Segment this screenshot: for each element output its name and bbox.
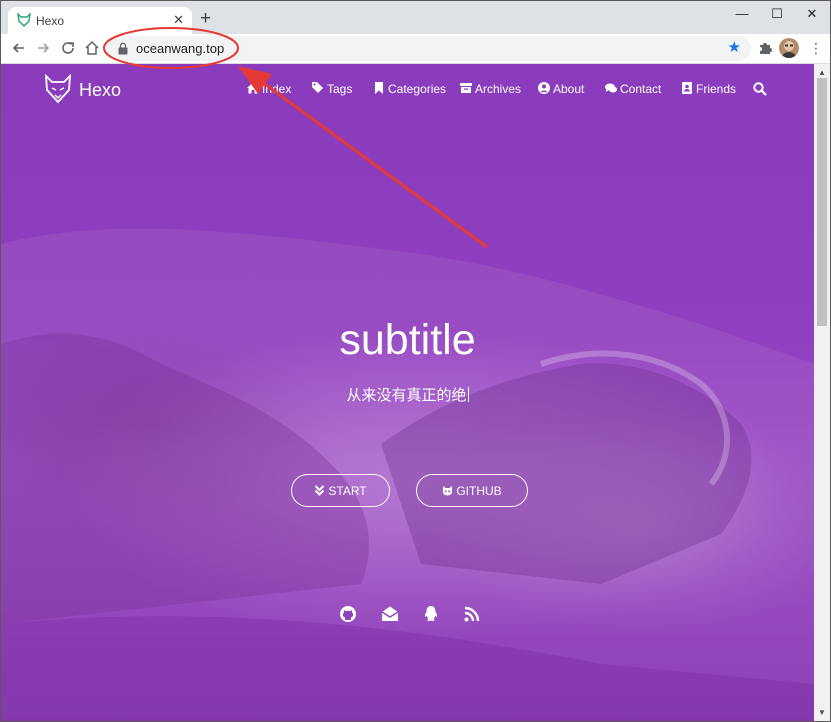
github-alt-icon — [443, 486, 453, 496]
bookmark-star-icon[interactable]: ★ — [728, 39, 741, 57]
extensions-icon[interactable] — [756, 39, 774, 57]
tab-title: Hexo — [36, 14, 65, 28]
tags-icon — [312, 82, 323, 93]
page-viewport: Hexo Index Tags Categories Archives Abou… — [1, 64, 814, 721]
nav-item-friends[interactable]: Friends — [681, 82, 736, 96]
browser-tab[interactable]: Hexo ✕ — [8, 7, 192, 34]
scroll-up-icon[interactable]: ▲ — [818, 68, 826, 77]
page-scrollbar[interactable]: ▲ ▼ — [814, 64, 830, 721]
tab-strip: Hexo ✕ + — ☐ ✕ — [1, 1, 830, 34]
hexo-favicon-icon — [17, 13, 31, 27]
nav-item-archives[interactable]: Archives — [460, 82, 521, 96]
url-text[interactable]: oceanwang.top — [136, 41, 224, 56]
home-button-icon[interactable] — [82, 38, 102, 58]
user-circle-icon — [538, 82, 550, 94]
hero-title: subtitle — [339, 316, 476, 364]
browser-window: Hexo ✕ + — ☐ ✕ oceanwang.top ★ ⋮ Hexo In… — [0, 0, 831, 722]
nav-item-index[interactable]: Index — [247, 82, 291, 96]
github-icon[interactable] — [339, 605, 357, 623]
nav-label: Index — [262, 82, 292, 96]
nav-label: Friends — [696, 82, 737, 96]
window-close-icon[interactable]: ✕ — [797, 4, 827, 24]
email-icon[interactable] — [381, 605, 399, 623]
minimize-icon[interactable]: — — [727, 4, 757, 24]
search-icon[interactable] — [753, 82, 767, 96]
rss-icon[interactable] — [463, 605, 481, 623]
nav-label: Archives — [475, 82, 522, 96]
nav-item-categories[interactable]: Categories — [373, 82, 446, 96]
back-icon[interactable] — [9, 38, 29, 58]
address-book-icon — [682, 82, 692, 94]
avatar-face-icon — [782, 41, 796, 58]
comments-icon — [605, 83, 617, 93]
lock-icon — [118, 42, 128, 55]
browser-toolbar: oceanwang.top ★ ⋮ — [1, 34, 830, 64]
hero-subtitle-line: 从来没有真正的绝 — [1, 384, 814, 405]
nav-item-tags[interactable]: Tags — [312, 82, 352, 96]
maximize-icon[interactable]: ☐ — [762, 4, 792, 24]
tab-close-icon[interactable]: ✕ — [173, 11, 184, 29]
scrollbar-thumb[interactable] — [817, 78, 827, 326]
start-button[interactable]: START — [291, 474, 390, 507]
scroll-down-icon[interactable]: ▼ — [818, 708, 826, 717]
nav-item-about[interactable]: About — [538, 82, 584, 96]
qq-icon[interactable] — [422, 605, 440, 623]
browser-menu-icon[interactable]: ⋮ — [809, 39, 823, 57]
address-bar[interactable]: oceanwang.top ★ — [106, 36, 751, 61]
nav-label: About — [553, 82, 585, 96]
site-name[interactable]: Hexo — [79, 80, 121, 101]
start-button-label: START — [328, 484, 367, 498]
archive-icon — [460, 83, 472, 93]
nav-label: Categories — [388, 82, 447, 96]
hexo-logo-icon[interactable] — [44, 74, 72, 104]
profile-avatar[interactable] — [779, 38, 799, 58]
bookmark-icon — [375, 82, 383, 94]
new-tab-icon[interactable]: + — [200, 9, 211, 29]
hero-subtitle: 从来没有真正的绝 — [346, 387, 467, 404]
reload-icon[interactable] — [58, 38, 78, 58]
home-icon — [247, 82, 259, 94]
nav-item-contact[interactable]: Contact — [605, 82, 661, 96]
nav-label: Tags — [327, 82, 353, 96]
angle-double-down-icon — [315, 485, 325, 496]
github-button[interactable]: GITHUB — [416, 474, 528, 507]
forward-icon[interactable] — [33, 38, 53, 58]
nav-label: Contact — [620, 82, 662, 96]
typing-cursor — [467, 387, 469, 402]
github-button-label: GITHUB — [456, 484, 502, 498]
